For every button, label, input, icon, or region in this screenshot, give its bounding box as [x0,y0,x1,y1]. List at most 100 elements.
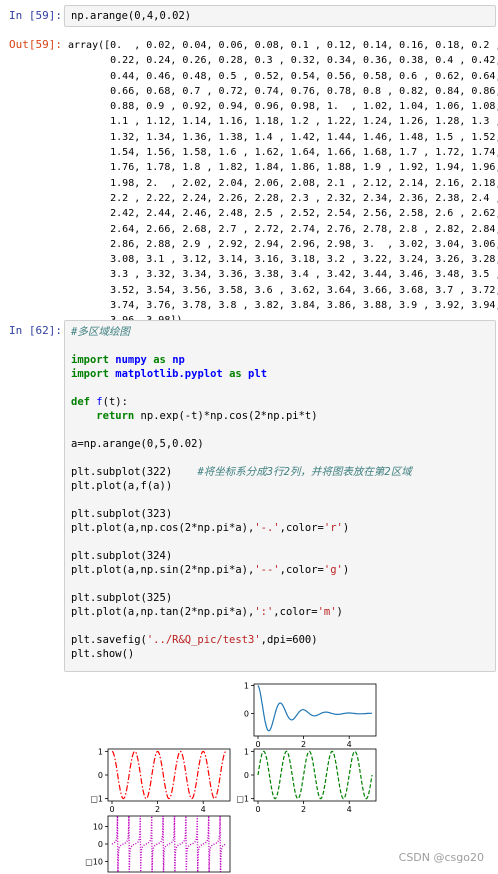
y-tick-label: 10 [93,823,103,832]
subplot-324: 1 0 □1 0 2 4 [236,747,377,814]
y-tick-label: 0 [244,710,249,719]
code-cell-62[interactable]: #多区域绘图 import numpy as np import matplotli… [64,320,496,672]
output-line: 3.74, 3.76, 3.78, 3.8 , 3.82, 3.84, 3.86… [68,300,498,312]
code-token: as [153,354,166,366]
output-line: 0.88, 0.9 , 0.92, 0.94, 0.96, 0.98, 1. ,… [68,101,498,113]
output-line: 1.54, 1.56, 1.58, 1.6 , 1.62, 1.64, 1.66… [68,147,498,159]
output-line: 2.42, 2.44, 2.46, 2.48, 2.5 , 2.52, 2.54… [68,208,498,220]
code-token: import [71,354,109,366]
code-token: a=np.arange(0,5,0.02) [71,438,204,450]
code-token: 'g' [323,564,343,576]
axes-frame [253,683,377,737]
y-tick-label: □1 [90,795,103,804]
output-line: 3.08, 3.1 , 3.12, 3.14, 3.16, 3.18, 3.2 … [68,254,498,266]
code-token: np.exp(-t)*np.cos(2*np.pi*t) [134,410,318,422]
code-token: ,color= [279,564,324,576]
y-tick-label: 0 [244,771,249,780]
code-token: ':' [254,606,274,618]
in-prompt-62: In [62]: [9,324,62,337]
code-token: plt [248,368,268,380]
out-prompt-59: Out[59]: [9,38,62,51]
code-token: ,color= [273,606,318,618]
code-input-59[interactable]: np.arange(0,4,0.02) [65,6,495,26]
code-line: plt.plot(a,f(a)) [71,479,489,493]
code-line: def f(t): [71,395,489,409]
code-input-62[interactable]: #多区域绘图 import numpy as np import matplotli… [65,321,495,665]
x-tick-label: 4 [347,805,352,814]
code-token: 'r' [323,522,343,534]
code-line: plt.subplot(323) [71,507,489,521]
code-token: (t): [102,396,128,408]
code-token: return [96,410,135,422]
code-token: plt.plot(a,f(a)) [71,480,173,492]
code-cell-59[interactable]: np.arange(0,4,0.02) [64,5,496,27]
code-line: import numpy as np [71,353,489,367]
y-tick-label: □10 [85,858,103,867]
code-line: import matplotlib.pyplot as plt [71,367,489,381]
code-token: plt.subplot(322) [71,466,173,478]
subplot-322: 100 2 4 [244,681,377,749]
output-line: 1.76, 1.78, 1.8 , 1.82, 1.84, 1.86, 1.88… [68,162,498,174]
code-line: a=np.arange(0,5,0.02) [71,437,489,451]
x-tick-label: 0 [255,805,260,814]
code-line: plt.subplot(325) [71,591,489,605]
code-token: plt.savefig( [71,634,147,646]
code-token: 'm' [317,606,337,618]
code-token: import [71,368,109,380]
code-token: plt.subplot(325) [71,592,173,604]
code-line: return np.exp(-t)*np.cos(2*np.pi*t) [71,409,489,423]
y-tick-label: 1 [244,747,249,756]
output-line: 0.66, 0.68, 0.7 , 0.72, 0.74, 0.76, 0.78… [68,85,498,97]
y-tick-label: 0 [98,771,103,780]
output-line: 1.32, 1.34, 1.36, 1.38, 1.4 , 1.42, 1.44… [68,131,498,143]
watermark: CSDN @csgo20 [398,851,484,864]
output-line: 3.3 , 3.32, 3.34, 3.36, 3.38, 3.4 , 3.42… [68,269,498,281]
code-line: plt.subplot(324) [71,549,489,563]
y-tick-label: □1 [236,795,249,804]
y-tick-label: 1 [244,681,249,690]
output-line: 2.64, 2.66, 2.68, 2.7 , 2.72, 2.74, 2.76… [68,223,498,235]
code-token: as [229,368,242,380]
output-line: 1.1 , 1.12, 1.14, 1.16, 1.18, 1.2 , 1.22… [68,116,498,128]
code-token: ) [342,564,350,576]
subplot-323: 10□10 2 4 [90,747,231,814]
subplot-325: 10 0 □10 [85,815,231,873]
in-prompt-59: In [59]: [9,9,62,22]
code-token: ,color= [279,522,324,534]
output-line: 2.86, 2.88, 2.9 , 2.92, 2.94, 2.96, 2.98… [68,238,498,250]
output-line: 3.52, 3.54, 3.56, 3.58, 3.6 , 3.62, 3.64… [68,284,498,296]
code-line: plt.savefig('../R&Q_pic/test3',dpi=600) [71,633,489,647]
y-tick-label: 0 [98,840,103,849]
y-tick-label: 1 [98,747,103,756]
output-line: 0.44, 0.46, 0.48, 0.5 , 0.52, 0.54, 0.56… [68,70,498,82]
code-token: #将坐标系分成3行2列，并将图表放在第2区域 [197,466,412,478]
code-token: plt.show() [71,648,135,660]
code-token: ,dpi=600) [260,634,318,646]
code-token: plt.plot(a,np.cos(2*np.pi*a), [71,522,255,534]
output-line: array([0. , 0.02, 0.04, 0.06, 0.08, 0.1 … [68,40,498,51]
output-line: 0.22, 0.24, 0.26, 0.28, 0.3 , 0.32, 0.34… [68,55,498,67]
code-token: plt.subplot(323) [71,508,173,520]
code-line: plt.plot(a,np.sin(2*np.pi*a),'--',color=… [71,563,489,577]
x-tick-label: 2 [301,805,306,814]
code-token: plt.plot(a,np.sin(2*np.pi*a), [71,564,255,576]
code-line: plt.subplot(322) #将坐标系分成3行2列，并将图表放在第2区域 [71,465,489,479]
code-token: numpy [115,354,147,366]
axes-frame [107,815,231,873]
code-token: def [71,396,90,408]
code-token: '--' [254,564,280,576]
code-line: #多区域绘图 [71,325,489,339]
code-token: ) [342,522,350,534]
code-line: plt.show() [71,647,489,661]
output-line: 1.98, 2. , 2.02, 2.04, 2.06, 2.08, 2.1 ,… [68,177,498,189]
code-token: #多区域绘图 [71,326,130,338]
code-token: np [172,354,185,366]
